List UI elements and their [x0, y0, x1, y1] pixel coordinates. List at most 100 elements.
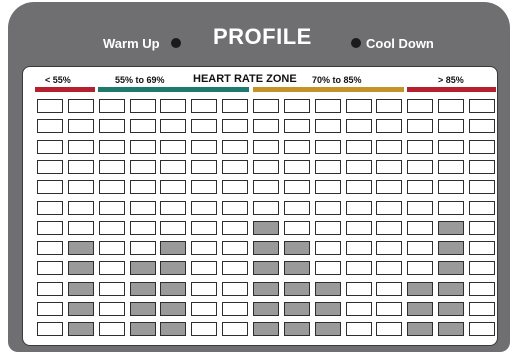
profile-cell: [346, 302, 372, 316]
zone-bar-max: [407, 87, 496, 92]
zone-label-moderate: 55% to 69%: [115, 75, 165, 85]
profile-cell: [469, 261, 495, 275]
profile-cell: [469, 322, 495, 336]
profile-cell: [407, 180, 433, 194]
profile-cell: [407, 99, 433, 113]
page-title: PROFILE: [213, 24, 312, 49]
profile-cell: [37, 302, 63, 316]
profile-cell: [253, 201, 279, 215]
zone-bar-low: [35, 87, 95, 92]
profile-cell: [469, 302, 495, 316]
profile-cell: [99, 201, 125, 215]
cool-down-indicator-icon: [351, 38, 361, 48]
zone-bar-moderate: [98, 87, 249, 92]
profile-cell: [160, 119, 186, 133]
profile-cell: [191, 140, 217, 154]
profile-cell: [438, 221, 464, 235]
profile-cell: [376, 201, 402, 215]
profile-cell: [191, 180, 217, 194]
profile-cell: [99, 302, 125, 316]
zone-bar-high: [253, 87, 404, 92]
profile-cell: [99, 282, 125, 296]
profile-cell: [222, 241, 248, 255]
profile-cell: [284, 221, 310, 235]
profile-cell: [315, 241, 341, 255]
profile-cell: [438, 302, 464, 316]
profile-cell: [438, 119, 464, 133]
profile-cell: [191, 302, 217, 316]
profile-cell: [37, 201, 63, 215]
profile-cell: [130, 99, 156, 113]
profile-cell: [222, 302, 248, 316]
profile-cell: [376, 261, 402, 275]
profile-cell: [160, 282, 186, 296]
profile-cell: [407, 241, 433, 255]
profile-cell: [191, 261, 217, 275]
profile-cell: [315, 261, 341, 275]
profile-cell: [346, 140, 372, 154]
profile-cell: [160, 322, 186, 336]
profile-cell: [407, 160, 433, 174]
profile-cell: [68, 221, 94, 235]
profile-cell: [130, 261, 156, 275]
profile-cell: [160, 241, 186, 255]
profile-cell: [284, 201, 310, 215]
profile-cell: [284, 140, 310, 154]
profile-cell: [68, 99, 94, 113]
zone-title: HEART RATE ZONE: [193, 73, 297, 85]
profile-cell: [191, 282, 217, 296]
profile-cell: [284, 119, 310, 133]
profile-cell: [376, 140, 402, 154]
profile-cell: [130, 282, 156, 296]
profile-cell: [68, 282, 94, 296]
profile-cell: [160, 180, 186, 194]
profile-cell: [37, 322, 63, 336]
profile-cell: [315, 180, 341, 194]
profile-cell: [222, 119, 248, 133]
profile-cell: [160, 201, 186, 215]
profile-cell: [346, 99, 372, 113]
warm-up-label: Warm Up: [103, 36, 160, 51]
profile-cell: [315, 221, 341, 235]
zone-label-low: < 55%: [45, 75, 71, 85]
profile-cell: [191, 160, 217, 174]
profile-cell: [376, 282, 402, 296]
profile-cell: [438, 261, 464, 275]
profile-cell: [191, 201, 217, 215]
profile-cell: [130, 140, 156, 154]
profile-cell: [346, 322, 372, 336]
profile-cell: [99, 99, 125, 113]
profile-cell: [346, 261, 372, 275]
profile-cell: [37, 140, 63, 154]
profile-cell: [68, 302, 94, 316]
profile-cell: [315, 99, 341, 113]
profile-cell: [438, 241, 464, 255]
profile-cell: [346, 241, 372, 255]
profile-cell: [68, 140, 94, 154]
profile-cell: [99, 119, 125, 133]
profile-cell: [160, 140, 186, 154]
profile-cell: [469, 201, 495, 215]
profile-cell: [99, 140, 125, 154]
profile-cell: [407, 221, 433, 235]
profile-cell: [37, 119, 63, 133]
profile-cell: [376, 241, 402, 255]
profile-cell: [376, 302, 402, 316]
profile-cell: [315, 322, 341, 336]
profile-cell: [191, 322, 217, 336]
profile-cell: [407, 282, 433, 296]
profile-cell: [315, 201, 341, 215]
profile-cell: [222, 261, 248, 275]
profile-cell: [160, 221, 186, 235]
profile-cell: [438, 180, 464, 194]
profile-cell: [284, 160, 310, 174]
profile-cell: [469, 241, 495, 255]
profile-cell: [253, 261, 279, 275]
profile-cell: [284, 241, 310, 255]
profile-cell: [68, 160, 94, 174]
profile-cell: [253, 119, 279, 133]
profile-cell: [438, 322, 464, 336]
profile-cell: [222, 160, 248, 174]
profile-cell: [315, 160, 341, 174]
profile-cell: [284, 322, 310, 336]
